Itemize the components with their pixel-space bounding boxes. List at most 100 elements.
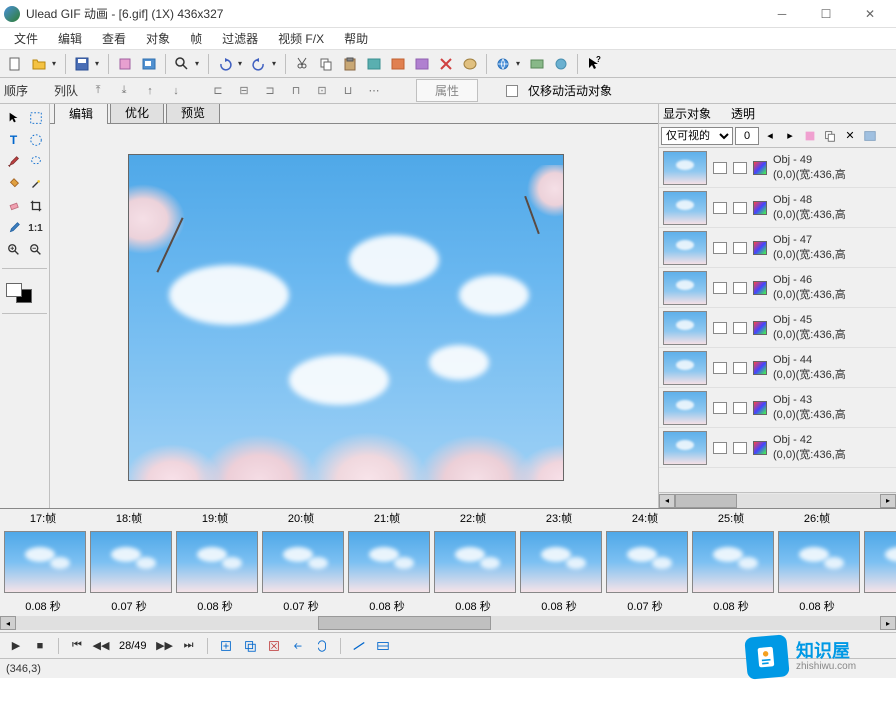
zoom-in-tool[interactable] xyxy=(4,240,24,260)
paste-button[interactable] xyxy=(339,53,361,75)
object-lock-checkbox[interactable] xyxy=(733,402,747,414)
object-visible-checkbox[interactable] xyxy=(713,322,727,334)
frame-thumbnail[interactable] xyxy=(520,531,602,593)
eraser-tool[interactable] xyxy=(4,196,24,216)
open-dropdown-icon[interactable]: ▾ xyxy=(52,59,60,68)
align-center-v-button[interactable]: ⊡ xyxy=(312,81,332,101)
frame-thumbnail[interactable] xyxy=(606,531,688,593)
insert-object-button[interactable] xyxy=(411,53,433,75)
minimize-button[interactable]: ─ xyxy=(760,0,804,28)
send-back-button[interactable]: ⤓ xyxy=(114,81,134,101)
object-lock-checkbox[interactable] xyxy=(733,202,747,214)
next-frame-button[interactable]: ▶▶ xyxy=(155,637,175,655)
redo-dropdown-icon[interactable]: ▾ xyxy=(272,59,280,68)
frame-hscroll[interactable]: ◂ ▸ xyxy=(0,615,896,631)
pointer-tool[interactable] xyxy=(4,108,24,128)
help-pointer-button[interactable]: ? xyxy=(583,53,605,75)
crop-tool[interactable] xyxy=(26,196,46,216)
redo-button[interactable] xyxy=(248,53,270,75)
object-item[interactable]: Obj - 44(0,0)(宽:436,高 xyxy=(659,348,896,388)
move-down-button[interactable]: ↓ xyxy=(166,81,186,101)
object-visible-checkbox[interactable] xyxy=(713,442,727,454)
last-frame-button[interactable]: ⏭ xyxy=(179,637,199,655)
first-frame-button[interactable]: ⏮ xyxy=(67,637,87,655)
preview-button[interactable] xyxy=(138,53,160,75)
zoom-dropdown-icon[interactable]: ▾ xyxy=(195,59,203,68)
object-item[interactable]: Obj - 47(0,0)(宽:436,高 xyxy=(659,228,896,268)
undo-dropdown-icon[interactable]: ▾ xyxy=(238,59,246,68)
loop-button[interactable] xyxy=(312,637,332,655)
distribute-h-button[interactable]: ⋯ xyxy=(364,81,384,101)
trans-down-button[interactable]: ◂ xyxy=(761,127,779,145)
object-props-button[interactable] xyxy=(861,127,879,145)
tween-button[interactable] xyxy=(349,637,369,655)
stop-button[interactable]: ■ xyxy=(30,637,50,655)
object-visible-checkbox[interactable] xyxy=(713,202,727,214)
menu-videofx[interactable]: 视频 F/X xyxy=(268,28,334,49)
move-up-button[interactable]: ↑ xyxy=(140,81,160,101)
save-button[interactable] xyxy=(71,53,93,75)
open-button[interactable] xyxy=(28,53,50,75)
frame-thumbnail[interactable] xyxy=(262,531,344,593)
zoom-button[interactable] xyxy=(171,53,193,75)
reverse-button[interactable] xyxy=(288,637,308,655)
frame-strip[interactable] xyxy=(0,527,896,597)
object-visible-checkbox[interactable] xyxy=(713,242,727,254)
object-visible-checkbox[interactable] xyxy=(713,162,727,174)
zoom-out-tool[interactable] xyxy=(26,240,46,260)
palette-button[interactable] xyxy=(459,53,481,75)
frame-thumbnail[interactable] xyxy=(4,531,86,593)
frame-thumbnail[interactable] xyxy=(348,531,430,593)
object-lock-checkbox[interactable] xyxy=(733,282,747,294)
delete-frame-button[interactable] xyxy=(264,637,284,655)
brush-tool[interactable] xyxy=(4,152,24,172)
new-button[interactable] xyxy=(4,53,26,75)
align-top-button[interactable]: ⊓ xyxy=(286,81,306,101)
magic-wand-tool[interactable] xyxy=(26,174,46,194)
canvas[interactable] xyxy=(128,154,564,481)
copy-object-button[interactable] xyxy=(821,127,839,145)
frame-thumbnail[interactable] xyxy=(778,531,860,593)
actual-size-tool[interactable]: 1:1 xyxy=(26,218,46,238)
frame-thumbnail[interactable] xyxy=(434,531,516,593)
play-button[interactable]: ▶ xyxy=(6,637,26,655)
object-item[interactable]: Obj - 49(0,0)(宽:436,高 xyxy=(659,148,896,188)
align-right-button[interactable]: ⊐ xyxy=(260,81,280,101)
object-item[interactable]: Obj - 43(0,0)(宽:436,高 xyxy=(659,388,896,428)
object-item[interactable]: Obj - 42(0,0)(宽:436,高 xyxy=(659,428,896,468)
menu-file[interactable]: 文件 xyxy=(4,28,48,49)
object-visible-checkbox[interactable] xyxy=(713,402,727,414)
object-item[interactable]: Obj - 45(0,0)(宽:436,高 xyxy=(659,308,896,348)
scroll-left-icon[interactable]: ◂ xyxy=(659,494,675,508)
prev-frame-button[interactable]: ◀◀ xyxy=(91,637,111,655)
menu-object[interactable]: 对象 xyxy=(136,28,180,49)
duplicate-frame-button[interactable] xyxy=(240,637,260,655)
frame-scroll-thumb[interactable] xyxy=(318,616,491,630)
foreground-color[interactable] xyxy=(6,283,22,297)
object-item[interactable]: Obj - 48(0,0)(宽:436,高 xyxy=(659,188,896,228)
frame-scroll-right-icon[interactable]: ▸ xyxy=(880,616,896,630)
frame-scroll-left-icon[interactable]: ◂ xyxy=(0,616,16,630)
new-object-button[interactable] xyxy=(801,127,819,145)
align-center-h-button[interactable]: ⊟ xyxy=(234,81,254,101)
object-visible-checkbox[interactable] xyxy=(713,282,727,294)
visibility-select[interactable]: 仅可视的 xyxy=(661,127,733,145)
object-lock-checkbox[interactable] xyxy=(733,442,747,454)
object-lock-checkbox[interactable] xyxy=(733,322,747,334)
web-dropdown-icon[interactable]: ▾ xyxy=(516,59,524,68)
object-lock-checkbox[interactable] xyxy=(733,242,747,254)
tab-optimize[interactable]: 优化 xyxy=(110,104,164,123)
frame-thumbnail[interactable] xyxy=(176,531,258,593)
frame-thumbnail[interactable] xyxy=(864,531,896,593)
menu-help[interactable]: 帮助 xyxy=(334,28,378,49)
frame-thumbnail[interactable] xyxy=(90,531,172,593)
register-button[interactable] xyxy=(550,53,572,75)
delete-object-button[interactable]: ✕ xyxy=(841,127,859,145)
object-list[interactable]: Obj - 49(0,0)(宽:436,高Obj - 48(0,0)(宽:436… xyxy=(659,148,896,492)
object-visible-checkbox[interactable] xyxy=(713,362,727,374)
transparency-input[interactable] xyxy=(735,127,759,145)
color-swatch[interactable] xyxy=(6,283,47,307)
frame-props-button[interactable] xyxy=(373,637,393,655)
settings-button[interactable] xyxy=(526,53,548,75)
menu-filter[interactable]: 过滤器 xyxy=(212,28,268,49)
